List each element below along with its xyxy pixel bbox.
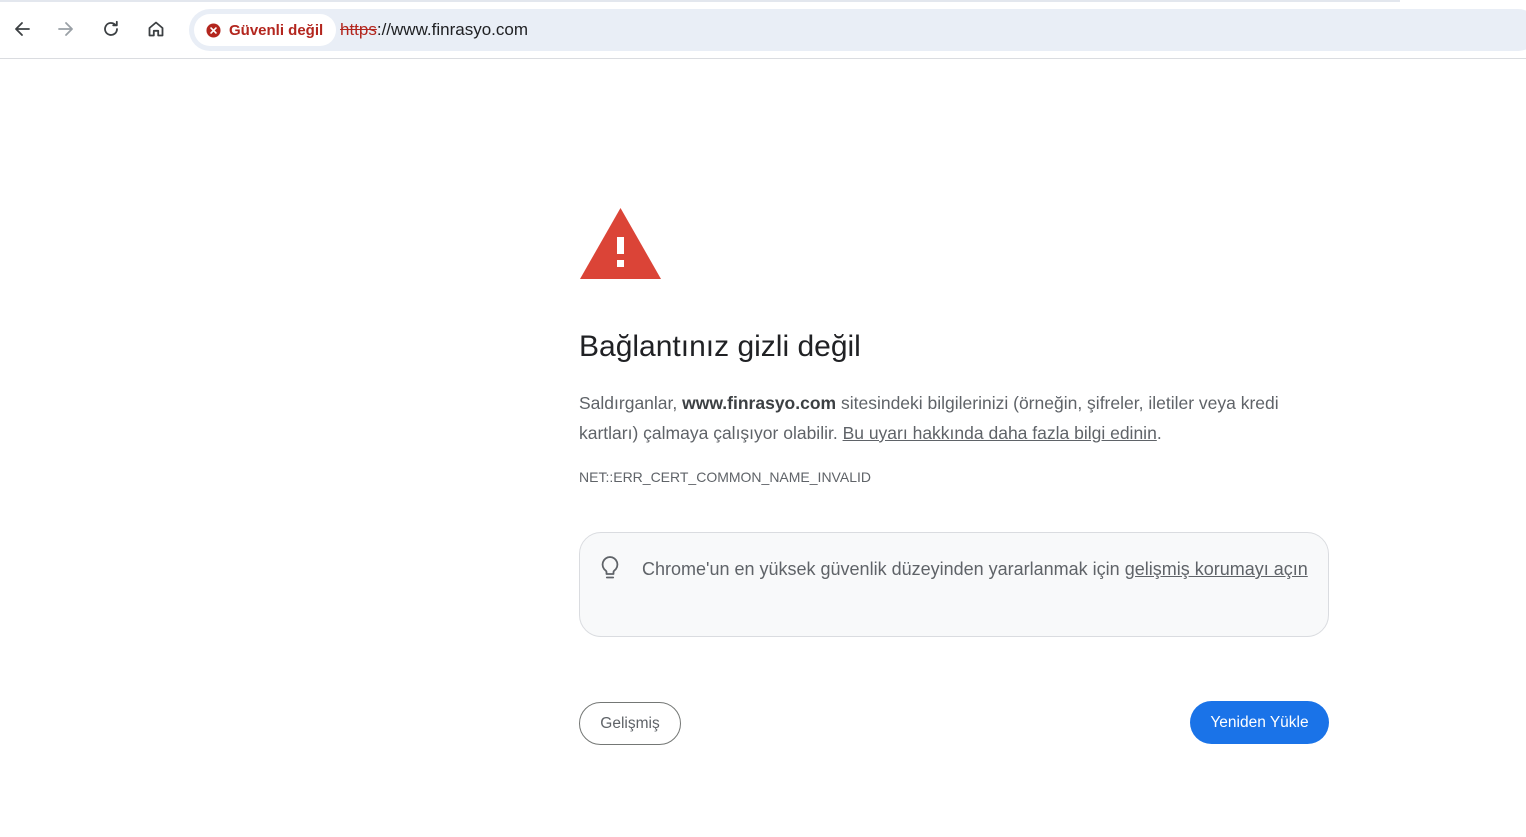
- main-message: Saldırganlar, www.finrasyo.com sitesinde…: [579, 388, 1331, 448]
- home-button[interactable]: [139, 12, 173, 46]
- lightbulb-icon: [601, 556, 619, 579]
- home-icon: [148, 21, 164, 37]
- enhanced-protection-tip: Chrome'un en yüksek güvenlik düzeyinden …: [579, 532, 1329, 637]
- main-message-prefix: Saldırganlar,: [579, 393, 683, 413]
- url-text[interactable]: https://www.finrasyo.com: [340, 20, 528, 40]
- security-chip-label: Güvenli değil: [229, 21, 324, 39]
- advanced-button[interactable]: Gelişmiş: [579, 702, 681, 745]
- enhanced-protection-link[interactable]: gelişmiş korumayı açın: [1125, 559, 1308, 579]
- forward-button[interactable]: [49, 12, 83, 46]
- tip-text-prefix: Chrome'un en yüksek güvenlik düzeyinden …: [642, 559, 1125, 579]
- warning-triangle-icon: [580, 208, 661, 279]
- site-domain: www.finrasyo.com: [682, 393, 837, 413]
- address-bar[interactable]: Güvenli değil https://www.finrasyo.com: [189, 9, 1526, 51]
- back-button[interactable]: [5, 12, 39, 46]
- reload-icon: [104, 20, 118, 36]
- reload-button[interactable]: [94, 12, 128, 46]
- main-message-suffix: .: [1156, 423, 1162, 443]
- tip-text: Chrome'un en yüksek güvenlik düzeyinden …: [642, 554, 1312, 584]
- learn-more-link[interactable]: Bu uyarı hakkında daha fazla bilgi edini…: [843, 423, 1157, 443]
- page-title: Bağlantınız gizli değil: [579, 330, 861, 363]
- reload-page-button[interactable]: Yeniden Yükle: [1190, 701, 1329, 744]
- browser-toolbar: Güvenli değil https://www.finrasyo.com: [0, 0, 1526, 59]
- security-chip[interactable]: Güvenli değil: [194, 14, 337, 46]
- error-code: NET::ERR_CERT_COMMON_NAME_INVALID: [579, 469, 871, 485]
- tab-strip-edge: [0, 0, 1400, 2]
- back-arrow-icon: [15, 22, 30, 36]
- url-scheme: https: [340, 20, 377, 39]
- url-host: ://www.finrasyo.com: [376, 20, 529, 39]
- forward-arrow-icon: [58, 22, 73, 36]
- not-secure-x-icon: [206, 22, 221, 38]
